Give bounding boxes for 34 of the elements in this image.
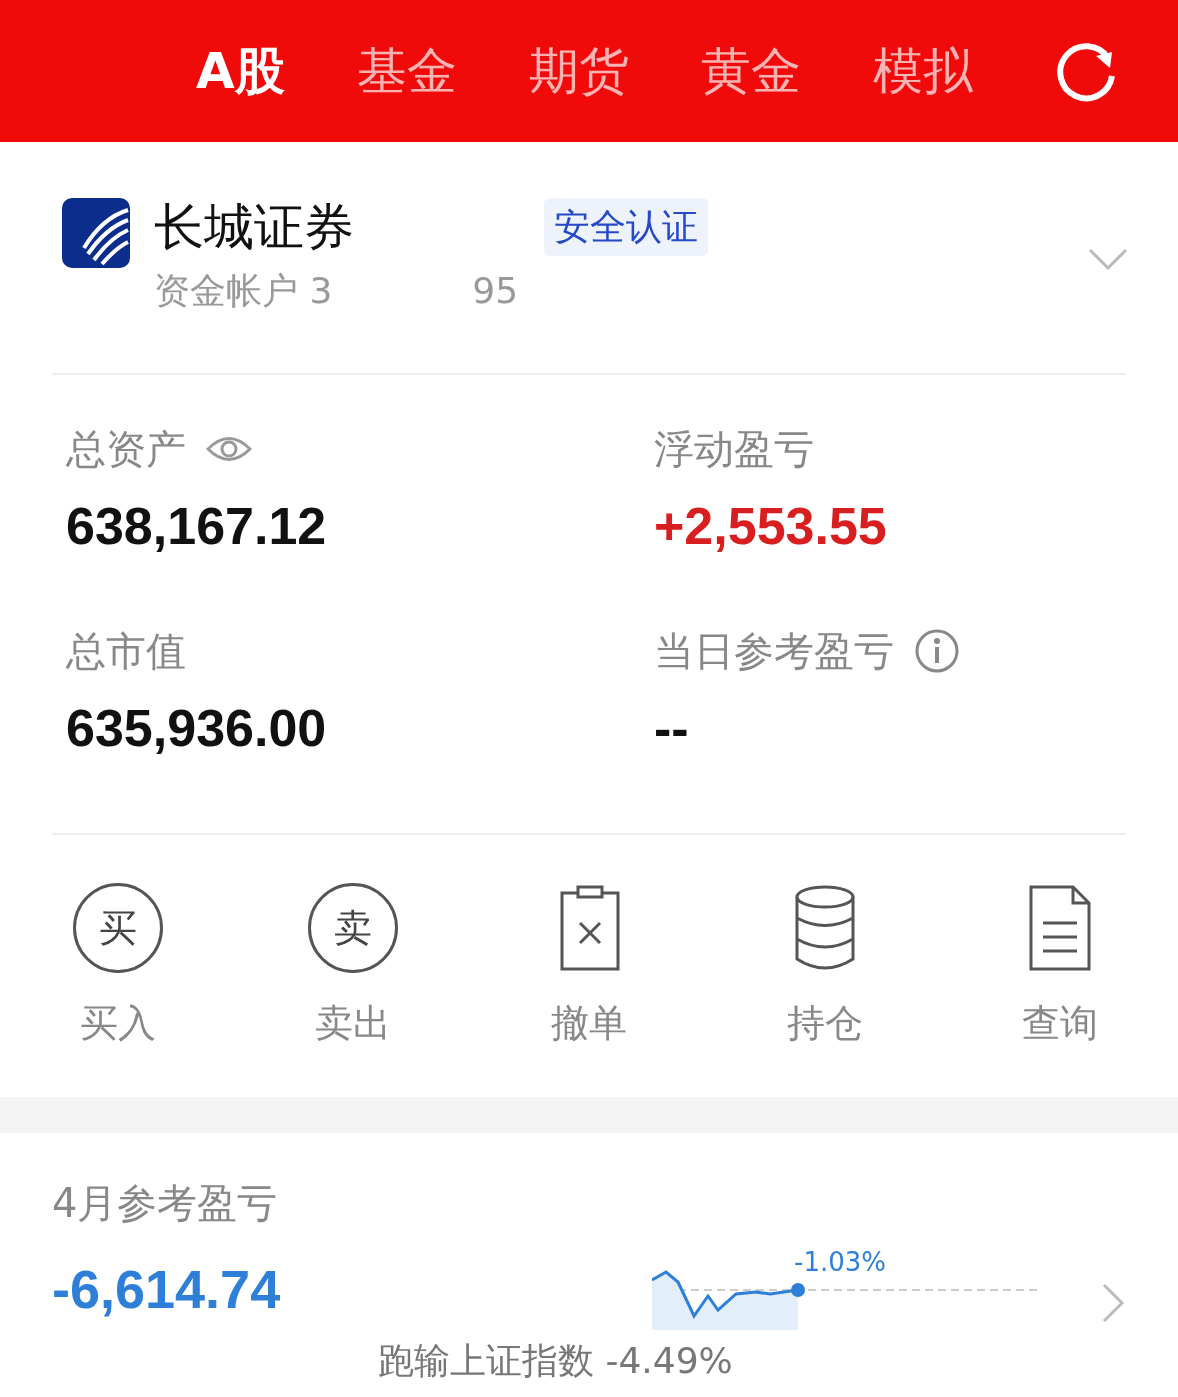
logo-icon bbox=[62, 198, 130, 268]
amount: 638,167.12 bbox=[66, 496, 328, 557]
account-number: 资金帐户 3 bbox=[154, 269, 333, 313]
info-icon[interactable] bbox=[914, 628, 960, 674]
tab[interactable]: 黄金 bbox=[700, 46, 801, 96]
tab[interactable]: 期货 bbox=[528, 46, 629, 96]
action-label[interactable]: 查询 bbox=[1022, 995, 1099, 1052]
refresh-icon[interactable] bbox=[1056, 40, 1118, 102]
action-label[interactable]: 卖出 bbox=[315, 995, 392, 1052]
section-title: 4月参考盈亏 bbox=[52, 1179, 279, 1228]
tab[interactable]: A股 bbox=[196, 46, 285, 96]
change-percent: -1.03% bbox=[794, 1246, 886, 1279]
chevron-right-icon[interactable] bbox=[1102, 1283, 1126, 1323]
action-label[interactable]: 撤单 bbox=[551, 995, 627, 1052]
action-icon[interactable]: 买 bbox=[72, 883, 163, 973]
field-label: 总资产 bbox=[66, 425, 186, 474]
chevron-down-icon bbox=[1088, 248, 1128, 272]
field-label: 总市值 bbox=[66, 627, 186, 676]
broker-name: 长城证券 bbox=[154, 199, 354, 255]
tab[interactable]: 模拟 bbox=[872, 46, 973, 96]
action-label[interactable]: 买入 bbox=[79, 995, 156, 1052]
comparison-text: 跑输上证指数 -4.49% bbox=[377, 1339, 734, 1383]
field-label: 当日参考盈亏 bbox=[654, 627, 894, 676]
account-number: 95 bbox=[472, 269, 519, 313]
amount: -- bbox=[654, 698, 690, 759]
verified-badge[interactable]: 安全认证 bbox=[544, 198, 708, 256]
tab[interactable]: 基金 bbox=[356, 46, 457, 96]
field-label: 浮动盈亏 bbox=[654, 425, 814, 474]
amount: -6,614.74 bbox=[52, 1258, 282, 1321]
amount: 635,936.00 bbox=[66, 698, 328, 759]
amount: +2,553.55 bbox=[654, 496, 888, 557]
action-label[interactable]: 持仓 bbox=[786, 995, 863, 1052]
action-icon[interactable]: 卖 bbox=[308, 883, 399, 973]
eye-icon[interactable] bbox=[206, 434, 252, 464]
